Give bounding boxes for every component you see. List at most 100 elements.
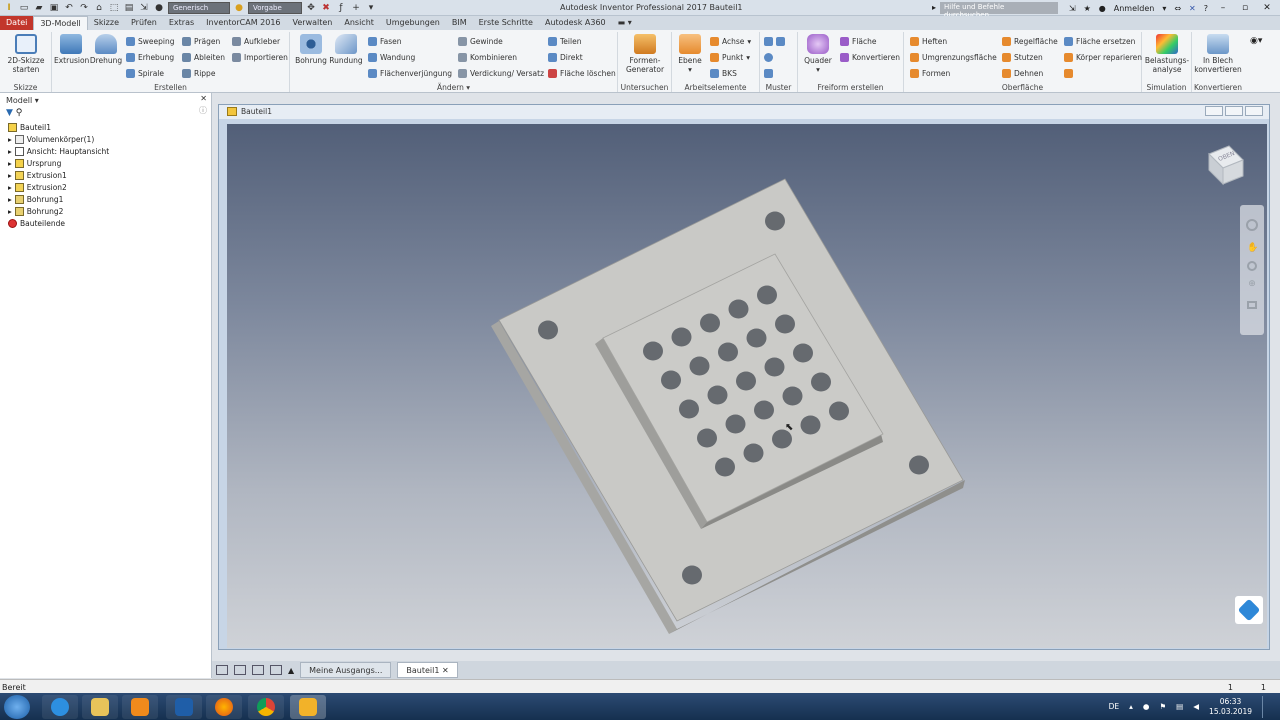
bks-button[interactable]: BKS bbox=[710, 69, 737, 78]
flaeche-ersetzen-button[interactable]: Fläche ersetzen bbox=[1064, 37, 1135, 46]
browser-close-icon[interactable]: ✕ bbox=[200, 94, 207, 103]
in-blech-konvertieren-button[interactable]: In Blech konvertieren bbox=[1194, 34, 1242, 74]
expand-icon[interactable]: ▸ bbox=[8, 183, 12, 192]
user-icon[interactable]: ● bbox=[1099, 4, 1106, 13]
qat-dropdown-icon[interactable]: ▾ bbox=[365, 2, 377, 14]
look-at-icon[interactable] bbox=[1247, 301, 1257, 309]
achse-button[interactable]: Achse ▾ bbox=[710, 37, 751, 46]
block-hole[interactable] bbox=[697, 428, 717, 448]
teilen-button[interactable]: Teilen bbox=[548, 37, 581, 46]
fasen-button[interactable]: Fasen bbox=[368, 37, 402, 46]
appearance-combo[interactable]: Vorgabe bbox=[248, 1, 302, 14]
taskbar-outlook[interactable] bbox=[166, 695, 202, 719]
tree-item-bohrung1[interactable]: ▸ Bohrung1 bbox=[8, 193, 211, 205]
importieren-button[interactable]: Importieren bbox=[232, 53, 288, 62]
tab-umgebungen[interactable]: Umgebungen bbox=[380, 16, 446, 30]
doctab-meine-ausgangsansicht[interactable]: Meine Ausgangs... bbox=[300, 662, 392, 678]
expand-icon[interactable]: ▸ bbox=[8, 147, 12, 156]
clock[interactable]: 06:33 15.03.2019 bbox=[1209, 697, 1252, 717]
network-icon[interactable]: ▤ bbox=[1176, 702, 1183, 711]
signin-link[interactable]: Anmelden bbox=[1114, 4, 1155, 13]
block-hole[interactable] bbox=[718, 342, 738, 362]
steering-wheel-icon[interactable] bbox=[1246, 219, 1258, 231]
skizzengesteuert-button[interactable] bbox=[764, 69, 773, 78]
block-hole[interactable] bbox=[782, 386, 803, 406]
find-icon[interactable]: ⚲ bbox=[16, 108, 23, 118]
block-hole[interactable] bbox=[736, 371, 756, 391]
taskbar-ie[interactable] bbox=[42, 695, 78, 719]
belastungsanalyse-button[interactable]: Belastungs-analyse bbox=[1144, 34, 1190, 74]
material-combo[interactable]: Generisch bbox=[168, 1, 230, 14]
filter-icon[interactable]: ▼ bbox=[6, 108, 13, 118]
gewinde-button[interactable]: Gewinde bbox=[458, 37, 503, 46]
help-search-input[interactable]: Hilfe und Befehle durchsuchen... bbox=[940, 2, 1058, 19]
tile-cascade-icon[interactable] bbox=[216, 665, 228, 675]
maximize-icon[interactable]: ▫ bbox=[1238, 3, 1252, 13]
block-hole[interactable] bbox=[643, 341, 663, 361]
expand-icon[interactable]: ▸ bbox=[8, 207, 12, 216]
tab-skizze[interactable]: Skizze bbox=[88, 16, 125, 30]
tab-extras[interactable]: Extras bbox=[163, 16, 200, 30]
exchange-icon[interactable]: ✕ bbox=[1189, 4, 1196, 13]
sweeping-button[interactable]: Sweeping bbox=[126, 37, 174, 46]
block-hole[interactable] bbox=[679, 399, 699, 419]
plus-icon[interactable]: + bbox=[350, 2, 362, 14]
app-i-icon[interactable]: I bbox=[3, 2, 15, 14]
extrusion-button[interactable]: Extrusion bbox=[54, 34, 89, 65]
tree-item-ansicht[interactable]: ▸ Ansicht: Hauptansicht bbox=[8, 145, 211, 157]
tray-expand-icon[interactable]: ▴ bbox=[1129, 702, 1133, 711]
corner-hole[interactable] bbox=[765, 211, 785, 231]
praegen-button[interactable]: Prägen bbox=[182, 37, 220, 46]
browser-header-dropdown-icon[interactable]: ▾ bbox=[35, 96, 39, 105]
expand-icon[interactable]: ▸ bbox=[8, 195, 12, 204]
block-hole[interactable] bbox=[757, 285, 777, 305]
viewcube[interactable]: OBEN bbox=[1199, 140, 1245, 186]
new-file-icon[interactable]: ▭ bbox=[18, 2, 30, 14]
corner-hole[interactable] bbox=[682, 565, 702, 585]
binoculars-icon[interactable]: ⇲ bbox=[1069, 4, 1076, 13]
doc-minimize-icon[interactable] bbox=[1205, 106, 1223, 116]
tray-app-icon[interactable]: ● bbox=[1143, 702, 1150, 711]
2d-skizze-button[interactable]: 2D-Skizze starten bbox=[4, 34, 48, 74]
expand-icon[interactable]: ▸ bbox=[8, 135, 12, 144]
block-hole[interactable] bbox=[829, 401, 849, 421]
formen-generator-button[interactable]: Formen-Generator bbox=[622, 34, 668, 74]
redo-icon[interactable]: ↷ bbox=[78, 2, 90, 14]
block-hole[interactable] bbox=[707, 385, 728, 405]
tree-item-extrusion2[interactable]: ▸ Extrusion2 bbox=[8, 181, 211, 193]
show-desktop-icon[interactable] bbox=[1262, 695, 1270, 718]
drehung-button[interactable]: Drehung bbox=[89, 34, 123, 65]
home-icon[interactable]: ⌂ bbox=[93, 2, 105, 14]
block-hole[interactable] bbox=[800, 415, 821, 435]
erhebung-button[interactable]: Erhebung bbox=[126, 53, 174, 62]
browser-help-icon[interactable]: ⓘ bbox=[199, 105, 207, 116]
zoom-icon[interactable] bbox=[1247, 261, 1257, 271]
action-center-icon[interactable]: ⚑ bbox=[1159, 702, 1166, 711]
stutzen-button[interactable]: Stutzen bbox=[1002, 53, 1043, 62]
measure-icon[interactable]: ⇲ bbox=[138, 2, 150, 14]
update-icon[interactable]: ▤ bbox=[123, 2, 135, 14]
pan-icon[interactable]: ✋ bbox=[1247, 243, 1258, 253]
minimize-icon[interactable]: – bbox=[1216, 3, 1230, 13]
doc-restore-icon[interactable] bbox=[1225, 106, 1243, 116]
verdickung-button[interactable]: Verdickung/ Versatz bbox=[458, 69, 544, 78]
block-hole[interactable] bbox=[775, 314, 795, 334]
cart-icon[interactable]: ⇔ bbox=[1174, 4, 1181, 13]
panel-label-aendern[interactable]: Ändern ▾ bbox=[290, 83, 617, 92]
close-icon[interactable]: ✕ bbox=[1260, 3, 1274, 13]
tab-extra-icon[interactable]: ▬ ▾ bbox=[612, 16, 638, 30]
tree-item-bauteilende[interactable]: Bauteilende bbox=[8, 217, 211, 229]
rippe-button[interactable]: Rippe bbox=[182, 69, 215, 78]
tree-item-extrusion1[interactable]: ▸ Extrusion1 bbox=[8, 169, 211, 181]
ribbon-options-icon[interactable]: ◉▾ bbox=[1250, 36, 1262, 46]
freiform-flaeche-button[interactable]: Fläche bbox=[840, 37, 877, 46]
tree-item-bohrung2[interactable]: ▸ Bohrung2 bbox=[8, 205, 211, 217]
tile-vertical-icon[interactable] bbox=[270, 665, 282, 675]
taskbar-inventor[interactable] bbox=[290, 695, 326, 719]
doctab-close-icon[interactable]: ✕ bbox=[442, 666, 449, 675]
runde-anordnung-button[interactable] bbox=[764, 53, 773, 62]
tree-item-volumenkoerper[interactable]: ▸ Volumenkörper(1) bbox=[8, 133, 211, 145]
extra-surface-button[interactable] bbox=[1064, 69, 1073, 78]
corner-hole[interactable] bbox=[538, 320, 558, 340]
doc-list-arrow-icon[interactable]: ▲ bbox=[288, 666, 294, 675]
